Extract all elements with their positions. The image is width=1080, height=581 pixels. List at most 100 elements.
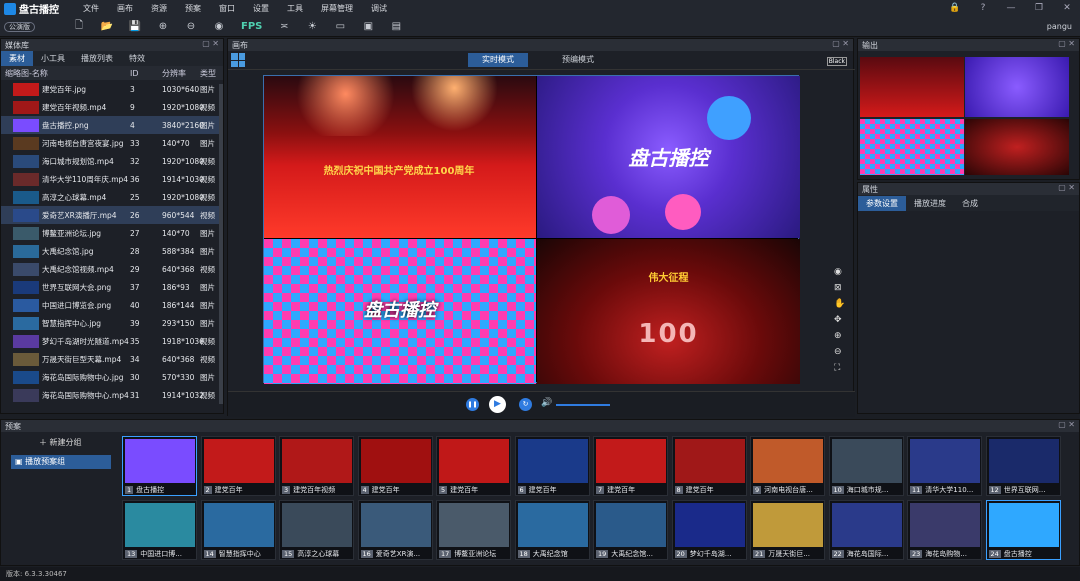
play-button[interactable]: ▶ xyxy=(489,396,506,413)
menu-item[interactable]: 工具 xyxy=(278,3,312,14)
preset-tile[interactable]: 3 建党百年视频 xyxy=(279,436,354,496)
screen-icon[interactable]: ▣ xyxy=(360,19,376,35)
media-row[interactable]: 大禹纪念馆.jpg 28 588*384 图片 xyxy=(1,242,223,260)
save-icon[interactable]: 💾 xyxy=(127,19,143,35)
menu-item[interactable]: 画布 xyxy=(108,3,142,14)
media-row[interactable]: 建党百年.jpg 3 1030*640 图片 xyxy=(1,80,223,98)
media-tab[interactable]: 特效 xyxy=(121,51,153,66)
preset-tile[interactable]: 14 智慧指挥中心 xyxy=(200,500,276,560)
panel-controls-icon[interactable]: ▢ ✕ xyxy=(1058,183,1075,192)
panel-controls-icon[interactable]: ▢ ✕ xyxy=(1058,420,1075,429)
preset-tile[interactable]: 23 海花岛购物... xyxy=(907,500,982,560)
col-type[interactable]: 类型 xyxy=(200,68,220,79)
menu-item[interactable]: 文件 xyxy=(74,3,108,14)
menu-item[interactable]: 设置 xyxy=(244,3,278,14)
preset-tile[interactable]: 24 盘古播控 xyxy=(985,500,1061,560)
loop-button[interactable]: ↻ xyxy=(519,398,532,411)
preset-tile[interactable]: 5 建党百年 xyxy=(436,436,511,496)
new-file-icon[interactable]: 🗋 xyxy=(71,19,87,35)
preset-tile[interactable]: 20 梦幻千岛湖... xyxy=(671,500,747,560)
preset-tile[interactable]: 13 中国进口博... xyxy=(122,500,197,560)
media-row[interactable]: 中国进口博览会.png 40 186*144 图片 xyxy=(1,296,223,314)
menu-item[interactable]: 资源 xyxy=(142,3,176,14)
media-row[interactable]: 智慧指挥中心.jpg 39 293*150 图片 xyxy=(1,314,223,332)
panel-controls-icon[interactable]: ▢ ✕ xyxy=(832,39,849,48)
zoom-out-icon[interactable]: ⊖ xyxy=(834,347,845,357)
menu-item[interactable]: 预案 xyxy=(176,3,210,14)
monitor-icon[interactable]: ▭ xyxy=(332,19,348,35)
open-folder-icon[interactable]: 📂 xyxy=(99,19,115,35)
media-row[interactable]: 清华大学110周年庆.mp4 36 1914*1030 视频 xyxy=(1,170,223,188)
preset-tile[interactable]: 10 海口城市规... xyxy=(828,436,904,496)
media-row[interactable]: 海口城市规划馆.mp4 32 1920*1080 视频 xyxy=(1,152,223,170)
media-row[interactable]: 世界互联网大会.png 37 186*93 图片 xyxy=(1,278,223,296)
eye-icon[interactable]: ◉ xyxy=(834,267,845,277)
restore-button[interactable]: ❐ xyxy=(1032,2,1046,14)
col-name[interactable]: 缩略图-名称 xyxy=(1,68,130,79)
hand-icon[interactable]: ✋ xyxy=(834,299,845,309)
preset-tile[interactable]: 2 建党百年 xyxy=(200,436,276,496)
menu-item[interactable]: 屏幕管理 xyxy=(312,3,362,14)
preset-tile[interactable]: 17 博鳌亚洲论坛 xyxy=(436,500,511,560)
zoom-out-icon[interactable]: ⊖ xyxy=(183,19,199,35)
canvas-cell-logo[interactable]: 盘古播控 xyxy=(537,76,800,238)
menu-item[interactable]: 调试 xyxy=(362,3,396,14)
preset-tile[interactable]: 4 建党百年 xyxy=(357,436,433,496)
tab-live-mode[interactable]: 实时模式 xyxy=(468,53,528,67)
preset-tile[interactable]: 22 海花岛国际... xyxy=(828,500,904,560)
crop-icon[interactable]: ⊠ xyxy=(834,283,845,293)
media-row[interactable]: 建党百年视频.mp4 9 1920*1080 视频 xyxy=(1,98,223,116)
preset-tile[interactable]: 19 大禹纪念馆... xyxy=(593,500,668,560)
volume-slider[interactable] xyxy=(556,404,610,406)
preset-tile[interactable]: 11 清华大学110... xyxy=(907,436,982,496)
properties-tab[interactable]: 播放进度 xyxy=(906,196,954,211)
canvas-cell-checker[interactable]: 盘古播控 xyxy=(264,239,536,384)
menu-item[interactable]: 窗口 xyxy=(210,3,244,14)
grid-layout-icon[interactable] xyxy=(231,53,245,67)
media-row[interactable]: 海花岛国际购物中心.mp4 31 1914*1032 视频 xyxy=(1,386,223,404)
preset-tile[interactable]: 12 世界互联网... xyxy=(985,436,1061,496)
canvas-cell-party[interactable]: 热烈庆祝中国共产党成立100周年 xyxy=(264,76,536,238)
panel-controls-icon[interactable]: ▢ ✕ xyxy=(202,39,219,48)
preset-tile[interactable]: 7 建党百年 xyxy=(593,436,668,496)
lock-icon[interactable]: 🔒 xyxy=(948,2,962,14)
tab-preview-mode[interactable]: 预编模式 xyxy=(538,53,618,67)
media-scrollbar[interactable] xyxy=(219,84,223,404)
col-id[interactable]: ID xyxy=(130,69,162,78)
media-tab[interactable]: 素材 xyxy=(1,51,33,66)
canvas-stage[interactable]: 热烈庆祝中国共产党成立100周年 盘古播控 盘古播控 伟大征程 100 xyxy=(263,75,800,384)
media-row[interactable]: 河南电视台唐宫夜宴.jpg 33 140*70 图片 xyxy=(1,134,223,152)
media-row[interactable]: 高淳之心球幕.mp4 25 1920*1080 视频 xyxy=(1,188,223,206)
properties-tab[interactable]: 参数设置 xyxy=(858,196,906,211)
edition-badge[interactable]: 公演版 xyxy=(4,21,35,32)
media-row[interactable]: 大禹纪念馆视频.mp4 29 640*368 视频 xyxy=(1,260,223,278)
media-tab[interactable]: 播放列表 xyxy=(73,51,121,66)
media-row[interactable]: 爱奇艺XR演播厅.mp4 26 960*544 视频 xyxy=(1,206,223,224)
eye-closed-icon[interactable]: ≍ xyxy=(276,19,292,35)
preset-tile[interactable]: 16 爱奇艺XR演... xyxy=(357,500,433,560)
zoom-in-icon[interactable]: ⊕ xyxy=(834,331,845,341)
move-icon[interactable]: ✥ xyxy=(834,315,845,325)
media-row[interactable]: 博鳌亚洲论坛.jpg 27 140*70 图片 xyxy=(1,224,223,242)
fps-button[interactable]: FPS xyxy=(241,21,262,32)
preset-tile[interactable]: 1 盘古播控 xyxy=(122,436,197,496)
media-tab[interactable]: 小工具 xyxy=(33,51,73,66)
volume-icon[interactable]: 🔊 xyxy=(541,398,552,408)
preset-tile[interactable]: 15 高淳之心球幕 xyxy=(279,500,354,560)
preset-tile[interactable]: 9 河南电视台唐... xyxy=(750,436,825,496)
layout-icon[interactable]: ▤ xyxy=(388,19,404,35)
preset-tile[interactable]: 21 万晟天街巨... xyxy=(750,500,825,560)
properties-tab[interactable]: 合成 xyxy=(954,196,986,211)
preset-tile[interactable]: 6 建党百年 xyxy=(514,436,590,496)
media-row[interactable]: 万晟天街巨型天幕.mp4 34 640*368 视频 xyxy=(1,350,223,368)
black-button[interactable]: Black xyxy=(826,57,847,66)
preset-tile[interactable]: 18 大禹纪念馆 xyxy=(514,500,590,560)
pause-button[interactable]: ❚❚ xyxy=(466,398,479,411)
close-button[interactable]: ✕ xyxy=(1060,2,1074,14)
canvas-cell-stage[interactable]: 伟大征程 100 xyxy=(537,239,800,384)
brightness-icon[interactable]: ☀ xyxy=(304,19,320,35)
preset-tile[interactable]: 8 建党百年 xyxy=(671,436,747,496)
panel-controls-icon[interactable]: ▢ ✕ xyxy=(1058,39,1075,48)
col-resolution[interactable]: 分辨率 xyxy=(162,68,200,79)
new-group-button[interactable]: ＋ 新建分组 xyxy=(39,437,82,448)
